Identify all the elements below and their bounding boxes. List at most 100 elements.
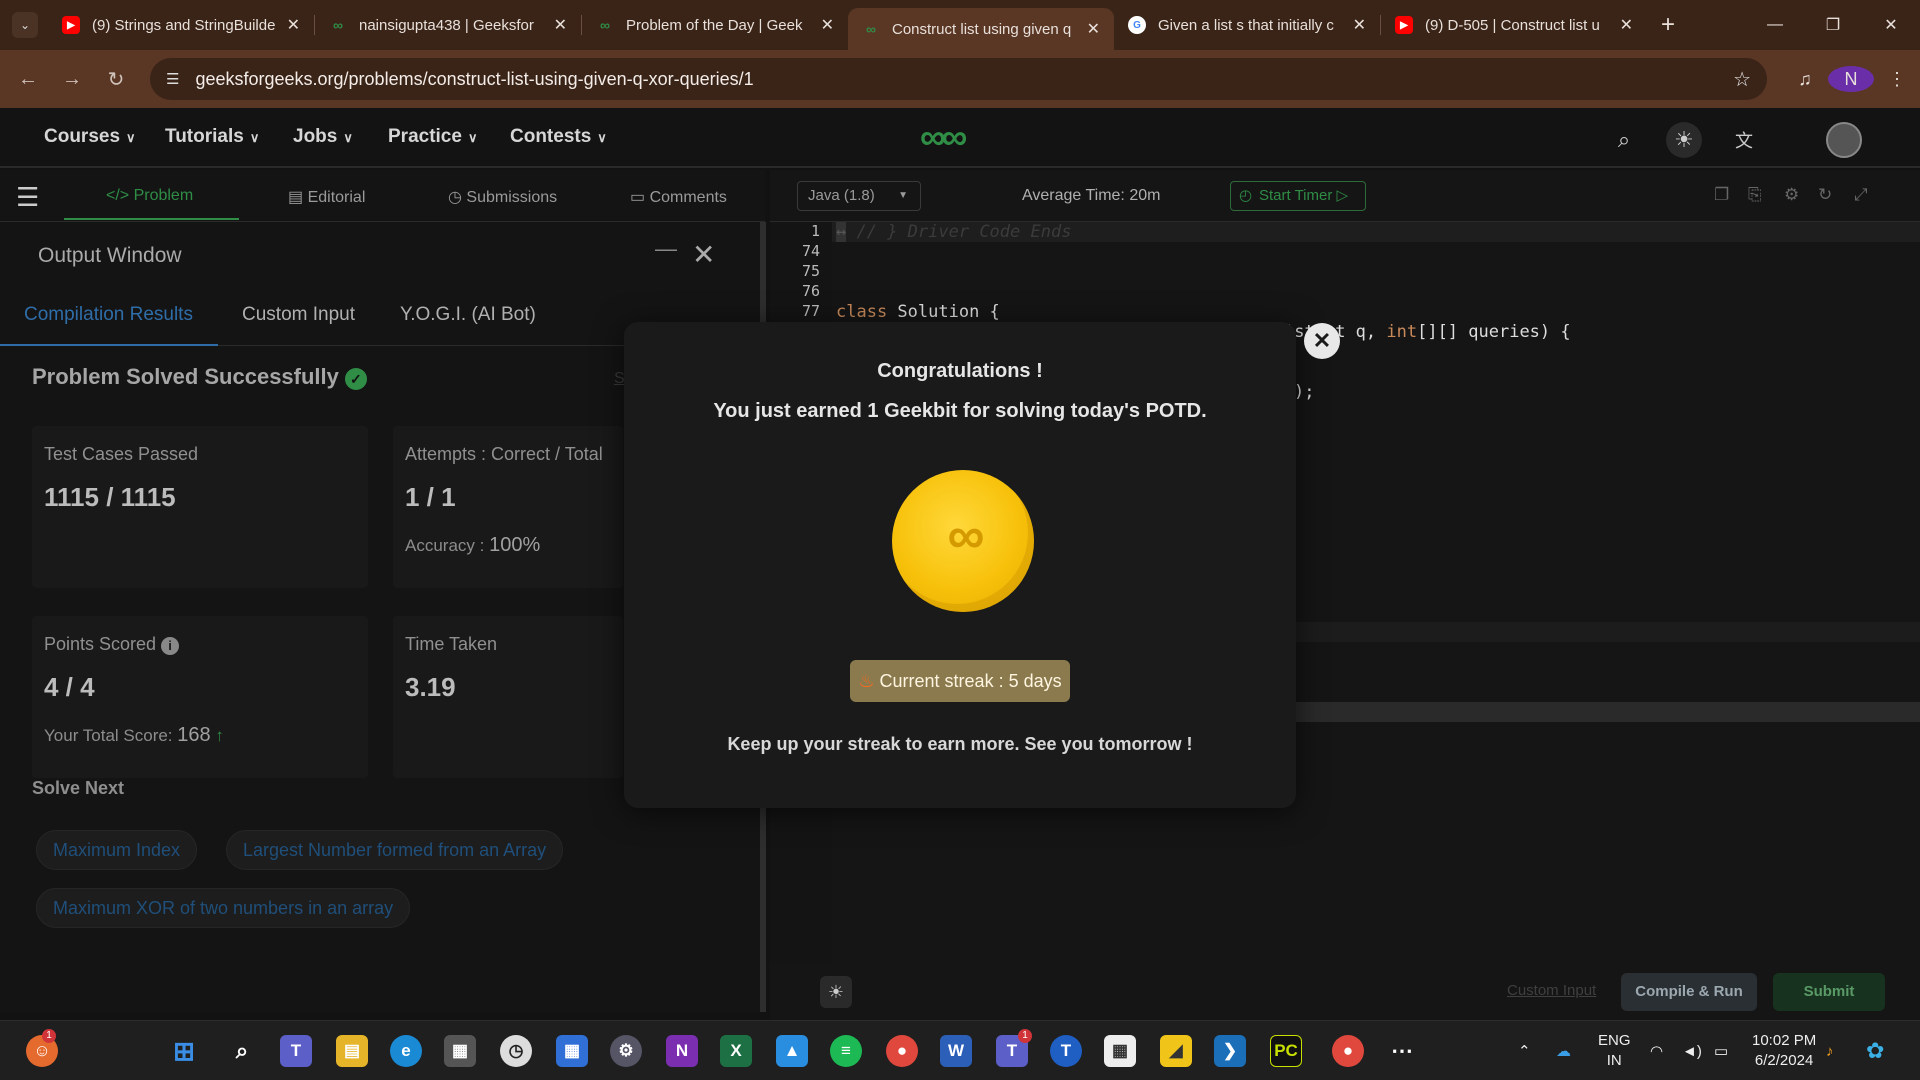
photos-icon[interactable]: ▲ [776, 1035, 808, 1067]
solve-next-chip[interactable]: Largest Number formed from an Array [226, 830, 564, 870]
truecaller-icon[interactable]: T [1050, 1035, 1082, 1067]
nav-tutorials[interactable]: Tutorials ∨ [165, 126, 259, 148]
tab-comments[interactable]: ▭ Comments [630, 187, 727, 207]
fullscreen-icon[interactable]: ⤢ [1854, 185, 1868, 205]
chevron-up-icon[interactable]: ⌃ [1518, 1021, 1531, 1080]
wifi-icon[interactable]: ◠ [1650, 1021, 1663, 1080]
url-bar[interactable]: ☰ geeksforgeeks.org/problems/construct-l… [150, 58, 1767, 100]
more-apps-icon[interactable]: ⋯ [1386, 1035, 1418, 1067]
new-tab-button[interactable]: + [1661, 11, 1675, 39]
browser-tab[interactable]: G Given a list s that initially c ✕ [1114, 0, 1380, 50]
calendar-icon[interactable]: ▦ [556, 1035, 588, 1067]
copilot-icon[interactable]: ✿ [1866, 1021, 1884, 1080]
calculator-icon[interactable]: ▦ [444, 1035, 476, 1067]
chrome-profile-icon[interactable]: ● [1332, 1035, 1364, 1067]
hamburger-menu-icon[interactable]: ☰ [16, 182, 39, 213]
close-tab-icon[interactable]: ✕ [1353, 15, 1366, 35]
nav-practice[interactable]: Practice ∨ [388, 126, 477, 148]
nav-jobs[interactable]: Jobs ∨ [293, 126, 353, 148]
reset-icon[interactable]: ↻ [1818, 185, 1832, 205]
teams-chat-icon[interactable]: T [280, 1035, 312, 1067]
close-modal-icon[interactable]: ✕ [1304, 323, 1340, 359]
youtube-icon: ▶ [1395, 16, 1413, 34]
browser-tab[interactable]: ▶ (9) D-505 | Construct list u ✕ [1381, 0, 1647, 50]
minimize-icon[interactable]: — [1746, 0, 1804, 50]
system-clock[interactable]: 10:02 PM 6/2/2024 [1752, 1031, 1816, 1071]
chrome-icon[interactable]: ● [886, 1035, 918, 1067]
submit-button[interactable]: Submit [1773, 973, 1885, 1011]
nav-contests[interactable]: Contests ∨ [510, 126, 607, 148]
translate-icon[interactable]: 文 [1726, 122, 1762, 158]
solve-next-chip[interactable]: Maximum XOR of two numbers in an array [36, 888, 411, 928]
file-explorer-icon[interactable]: ▤ [336, 1035, 368, 1067]
notification-bell-icon[interactable]: ♪ [1826, 1021, 1834, 1080]
browser-tab[interactable]: ∞ Problem of the Day | Geek ✕ [582, 0, 848, 50]
fold-marker-icon[interactable]: ↔ [836, 222, 847, 242]
profile-avatar[interactable]: N [1828, 66, 1874, 92]
problem-subnav: ☰ </> Problem ▤ Editorial ◷ Submissions … [0, 170, 765, 222]
search-icon[interactable]: ⌕ [226, 1035, 258, 1067]
solve-next-chip[interactable]: Maximum Index [36, 830, 198, 870]
tab-yogi-ai-bot[interactable]: Y.O.G.I. (AI Bot) [400, 304, 536, 326]
search-icon[interactable]: ⌕ [1606, 122, 1642, 158]
onenote-icon[interactable]: N [666, 1035, 698, 1067]
windows-start-icon[interactable]: ⊞ [168, 1035, 200, 1067]
address-bar-row: ← → ↻ ☰ geeksforgeeks.org/problems/const… [0, 50, 1920, 108]
custom-input-link[interactable]: Custom Input [1507, 982, 1596, 999]
reload-icon[interactable]: ↻ [94, 67, 138, 92]
tab-editorial[interactable]: ▤ Editorial [288, 187, 365, 207]
browser-tab[interactable]: ∞ nainsigupta438 | Geeksfor ✕ [315, 0, 581, 50]
close-output-icon[interactable]: ✕ [692, 238, 715, 271]
pycharm-icon[interactable]: PC [1270, 1035, 1302, 1067]
copy-icon[interactable]: ❐ [1714, 185, 1729, 205]
export-icon[interactable]: ⎘ [1748, 185, 1762, 205]
edge-icon[interactable]: e [390, 1035, 422, 1067]
excel-icon[interactable]: X [720, 1035, 752, 1067]
start-timer-button[interactable]: ◴ Start Timer ▷ [1230, 181, 1366, 211]
language-select[interactable]: Java (1.8) ▼ [797, 181, 921, 211]
tab-custom-input[interactable]: Custom Input [242, 304, 355, 326]
theme-toggle-icon[interactable]: ☀ [1666, 122, 1702, 158]
close-tab-icon[interactable]: ✕ [1087, 19, 1100, 39]
minimize-output-icon[interactable]: — [655, 236, 677, 262]
site-info-icon[interactable]: ☰ [166, 70, 179, 88]
compile-run-button[interactable]: Compile & Run [1621, 973, 1757, 1011]
tab-compilation-results[interactable]: Compilation Results [24, 304, 193, 326]
browser-tab[interactable]: ▶ (9) Strings and StringBuilde ✕ [48, 0, 314, 50]
info-icon[interactable]: i [161, 637, 180, 655]
onedrive-icon[interactable]: ☁ [1556, 1021, 1571, 1080]
clock-app-icon[interactable]: ◷ [500, 1035, 532, 1067]
close-tab-icon[interactable]: ✕ [1620, 15, 1633, 35]
bookmark-star-icon[interactable]: ☆ [1733, 67, 1751, 92]
word-icon[interactable]: W [940, 1035, 972, 1067]
tab-search-button[interactable]: ⌄ [12, 12, 38, 38]
nav-courses[interactable]: Courses ∨ [44, 126, 136, 148]
lightbulb-icon[interactable]: ☀ [820, 976, 852, 1008]
microsoft-store-icon[interactable]: ▦ [1104, 1035, 1136, 1067]
tab-label: Submissions [466, 189, 558, 206]
settings-gear-icon[interactable]: ⚙ [1784, 185, 1799, 205]
browser-tab-active[interactable]: ∞ Construct list using given q ✕ [848, 8, 1114, 50]
chrome-menu-icon[interactable]: ⋮ [1874, 69, 1920, 90]
sticky-notes-icon[interactable]: ◢ [1160, 1035, 1192, 1067]
url-text[interactable]: geeksforgeeks.org/problems/construct-lis… [195, 69, 753, 90]
tab-problem[interactable]: </> Problem [106, 187, 193, 205]
volume-icon[interactable]: ◄) [1682, 1021, 1702, 1080]
language-indicator[interactable]: ENG IN [1598, 1031, 1631, 1071]
close-window-icon[interactable]: ✕ [1862, 0, 1920, 50]
settings-gear-icon[interactable]: ⚙ [610, 1035, 642, 1067]
tab-submissions[interactable]: ◷ Submissions [448, 187, 557, 207]
back-icon[interactable]: ← [6, 68, 50, 91]
restore-icon[interactable]: ❐ [1804, 0, 1862, 50]
user-avatar[interactable] [1826, 122, 1862, 158]
media-control-icon[interactable]: ♫ [1782, 69, 1828, 90]
close-tab-icon[interactable]: ✕ [821, 15, 834, 35]
vscode-icon[interactable]: ❯ [1214, 1035, 1246, 1067]
close-tab-icon[interactable]: ✕ [554, 15, 567, 35]
congratulations-modal: Congratulations ! You just earned 1 Geek… [624, 322, 1296, 808]
gfg-logo[interactable]: ∞∞ [920, 116, 967, 158]
forward-icon[interactable]: → [50, 68, 94, 91]
spotify-icon[interactable]: ≡ [830, 1035, 862, 1067]
close-tab-icon[interactable]: ✕ [287, 15, 300, 35]
battery-icon[interactable]: ▭ [1714, 1021, 1728, 1080]
